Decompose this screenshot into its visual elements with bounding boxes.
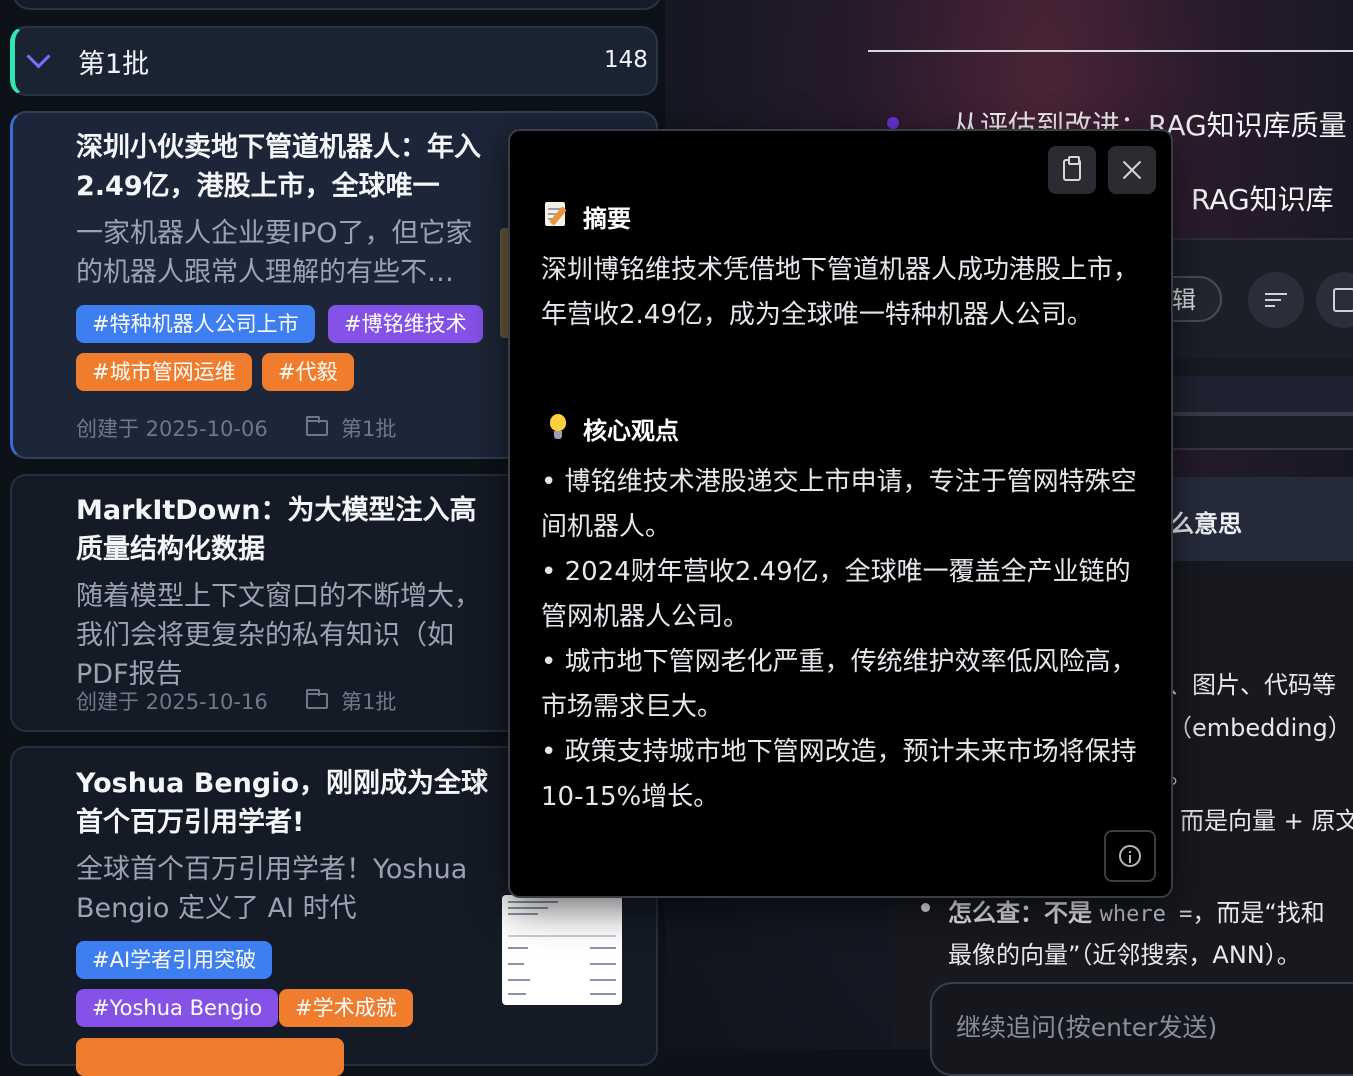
card-group: 第1批 bbox=[341, 417, 397, 441]
card-title: MarkItDown：为大模型注入高质量结构化数据 bbox=[76, 495, 477, 565]
tag[interactable]: #城市管网运维 bbox=[76, 353, 252, 391]
created-date: 创建于 2025-10-16 bbox=[76, 690, 268, 714]
close-button[interactable] bbox=[1108, 146, 1156, 194]
memo-icon bbox=[545, 200, 569, 228]
divider-line bbox=[868, 50, 1353, 52]
toolbar-strip bbox=[1160, 376, 1353, 416]
key-point: • 2024财年营收2.49亿，全球唯一覆盖全产业链的管网机器人公司。 bbox=[541, 557, 1131, 632]
key-point: • 政策支持城市地下管网改造，预计未来市场将保持10-15%增长。 bbox=[541, 737, 1137, 812]
chat-bullet-suffix: ，而是“找和 bbox=[1192, 899, 1325, 927]
folder-icon bbox=[306, 416, 328, 436]
clipboard-icon bbox=[1063, 156, 1081, 181]
card-summary: 随着模型上下文窗口的不断增大，我们会将更复杂的私有知识（如PDF报告 bbox=[76, 581, 481, 690]
follow-up-placeholder: 继续追问(按enter发送) bbox=[956, 1013, 1218, 1042]
group-name: 第1批 bbox=[78, 49, 150, 80]
copy-summary-button[interactable] bbox=[1048, 146, 1096, 194]
card-summary: 一家机器人企业要IPO了，但它家的机器人跟常人理解的有些不… bbox=[76, 218, 473, 288]
key-points-heading: 核心观点 bbox=[583, 417, 679, 445]
summary-heading: 摘要 bbox=[583, 205, 631, 233]
summary-text: 深圳博铭维技术凭借地下管道机器人成功港股上市，年营收2.49亿，成为全球唯一特种… bbox=[541, 255, 1140, 330]
lightbulb-icon bbox=[548, 414, 568, 442]
chat-question-text: 么意思 bbox=[1170, 510, 1242, 538]
tag[interactable]: #学术成就 bbox=[279, 989, 413, 1027]
toolbar-strip bbox=[1160, 358, 1353, 376]
toolbar-strip bbox=[1160, 416, 1353, 450]
created-date: 创建于 2025-10-06 bbox=[76, 417, 268, 441]
inline-code: where = bbox=[1099, 902, 1193, 927]
folder-icon bbox=[306, 689, 328, 709]
chat-answer-line: 而是向量 + 原文 bbox=[1180, 807, 1353, 835]
sort-button[interactable] bbox=[1248, 272, 1304, 328]
tag-partial[interactable] bbox=[76, 1038, 344, 1076]
close-icon bbox=[1122, 160, 1142, 180]
info-icon bbox=[1119, 845, 1141, 867]
tag[interactable]: #AI学者引用突破 bbox=[76, 941, 273, 979]
card-summary: 全球首个百万引用学者！Yoshua Bengio 定义了 AI 时代 bbox=[76, 854, 468, 924]
chat-answer-line: 最像的向量”（近邻搜索，ANN）。 bbox=[948, 941, 1301, 969]
card-group: 第1批 bbox=[341, 690, 397, 714]
info-button[interactable] bbox=[1104, 830, 1156, 882]
sort-icon bbox=[1265, 293, 1287, 307]
key-point: • 城市地下管网老化严重，传统维护效率低风险高，市场需求巨大。 bbox=[541, 647, 1137, 722]
tag[interactable]: #Yoshua Bengio bbox=[76, 989, 279, 1027]
tag[interactable]: #代毅 bbox=[262, 353, 354, 391]
copy-icon bbox=[1333, 288, 1353, 312]
card-title: 深圳小伙卖地下管道机器人：年入2.49亿，港股上市，全球唯一 bbox=[76, 132, 481, 202]
card-title: Yoshua Bengio，刚刚成为全球首个百万引用学者! bbox=[76, 768, 489, 838]
card-thumbnail bbox=[502, 895, 622, 1005]
bullet-dot bbox=[887, 117, 899, 129]
tag[interactable]: #特种机器人公司上市 bbox=[76, 305, 315, 343]
chat-answer-line: 、图片、代码等 bbox=[1168, 671, 1336, 699]
chat-bullet-prefix: 怎么查：不是 bbox=[948, 899, 1092, 927]
group-count: 148 bbox=[604, 47, 648, 73]
previous-card-edge bbox=[12, 0, 662, 10]
chat-answer-line: 怎么查：不是 where =，而是“找和 bbox=[948, 893, 1325, 928]
list-bullet bbox=[921, 903, 930, 912]
tag[interactable]: #博铭维技术 bbox=[328, 305, 483, 343]
chat-answer-line: （embedding） bbox=[1168, 714, 1352, 742]
key-point: • 博铭维技术港股递交上市申请，专注于管网特殊空间机器人。 bbox=[541, 467, 1137, 542]
article-heading-secondary: ：RAG知识库 bbox=[1163, 183, 1334, 216]
